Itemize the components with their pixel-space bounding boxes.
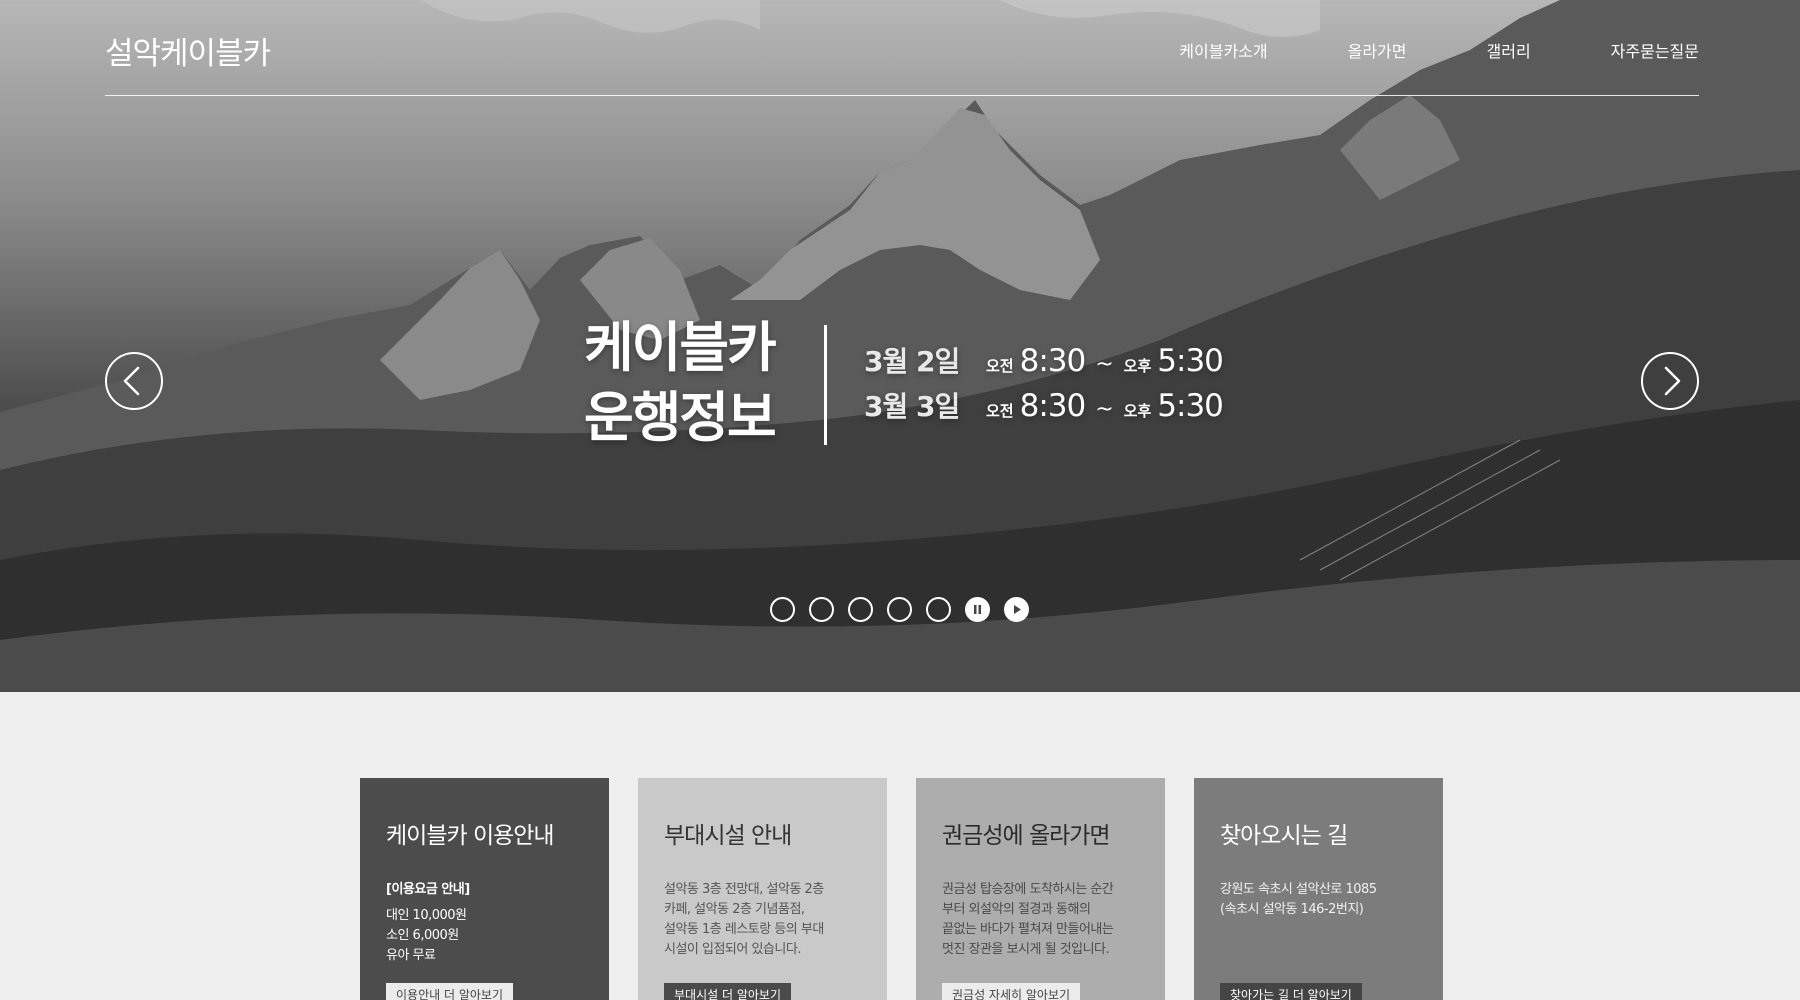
- main-nav: 케이블카소개 올라가면 갤러리 자주묻는질문: [1099, 38, 1699, 62]
- usage-more-button[interactable]: 이용안내 더 알아보기: [386, 983, 513, 1000]
- card-title: 케이블카 이용안내: [386, 823, 555, 849]
- hero-banner: 설악케이블카 케이블카소개 올라가면 갤러리 자주묻는질문 케이블카 운행정보 …: [0, 0, 1800, 692]
- card-text-line: 시설이 입점되어 있습니다.: [664, 942, 801, 957]
- site-header: 설악케이블카 케이블카소개 올라가면 갤러리 자주묻는질문: [105, 0, 1699, 96]
- address-line: (속초시 설악동 146-2번지): [1220, 902, 1364, 917]
- slide-dot-5[interactable]: [926, 597, 951, 622]
- schedule-date: 3월 2일: [864, 345, 960, 378]
- card-title: 권금성에 올라가면: [942, 823, 1111, 849]
- next-slide-button[interactable]: [1641, 352, 1699, 410]
- card-body: 설악동 3층 전망대, 설악동 2층 카페, 설악동 2층 기념품점, 설악동 …: [664, 880, 861, 960]
- card-facilities: 부대시설 안내 설악동 3층 전망대, 설악동 2층 카페, 설악동 2층 기념…: [638, 778, 887, 1000]
- card-title: 찾아오시는 길: [1220, 823, 1348, 849]
- card-body: 권금성 탑승장에 도착하시는 순간 부터 외설악의 절경과 동해의 끝없는 바다…: [942, 880, 1139, 960]
- nav-item-faq[interactable]: 자주묻는질문: [1611, 38, 1699, 62]
- schedule-date: 3월 3일: [864, 390, 960, 423]
- nav-item-gallery[interactable]: 갤러리: [1487, 38, 1531, 62]
- facilities-more-button[interactable]: 부대시설 더 알아보기: [664, 983, 791, 1000]
- chevron-right-icon: [1664, 366, 1681, 396]
- card-title: 부대시설 안내: [664, 823, 792, 849]
- card-body: [이용요금 안내] 대인 10,000원 소인 6,000원 유아 무료: [386, 880, 583, 966]
- info-cards: 케이블카 이용안내 [이용요금 안내] 대인 10,000원 소인 6,000원…: [360, 778, 1472, 1000]
- play-icon: [1014, 605, 1021, 614]
- operation-info-title: 케이블카 운행정보: [584, 313, 784, 453]
- address-line: 강원도 속초시 설악산로 1085: [1220, 882, 1377, 897]
- slide-dot-4[interactable]: [887, 597, 912, 622]
- card-gwongeumseong: 권금성에 올라가면 권금성 탑승장에 도착하시는 순간 부터 외설악의 절경과 …: [916, 778, 1165, 1000]
- play-button[interactable]: [1004, 597, 1029, 622]
- end-time: 5:30: [1157, 388, 1224, 424]
- card-usage-guide: 케이블카 이용안내 [이용요금 안내] 대인 10,000원 소인 6,000원…: [360, 778, 609, 1000]
- card-text-line: 멋진 장관을 보시게 될 것입니다.: [942, 942, 1110, 957]
- card-text-line: 부터 외설악의 절경과 동해의: [942, 902, 1091, 917]
- card-body: 강원도 속초시 설악산로 1085 (속초시 설악동 146-2번지): [1220, 880, 1417, 920]
- title-line-1: 케이블카: [584, 316, 777, 379]
- directions-more-button[interactable]: 찾아가는 길 더 알아보기: [1220, 983, 1362, 1000]
- card-directions: 찾아오시는 길 강원도 속초시 설악산로 1085 (속초시 설악동 146-2…: [1194, 778, 1443, 1000]
- chevron-left-icon: [123, 366, 140, 396]
- am-label: 오전: [986, 402, 1014, 420]
- card-text-line: 끝없는 바다가 펼쳐져 만들어내는: [942, 922, 1114, 937]
- pause-button[interactable]: [965, 597, 990, 622]
- am-label: 오전: [986, 357, 1014, 375]
- slide-dot-3[interactable]: [848, 597, 873, 622]
- schedule-row: 3월 3일 오전 8:30 ~ 오후 5:30: [864, 385, 1224, 425]
- pm-label: 오후: [1123, 357, 1152, 375]
- price-child: 소인 6,000원: [386, 928, 459, 943]
- pm-label: 오후: [1123, 402, 1152, 420]
- start-time: 8:30: [1019, 388, 1087, 424]
- card-text-line: 카페, 설악동 2층 기념품점,: [664, 902, 805, 917]
- slide-dot-1[interactable]: [770, 597, 795, 622]
- summit-more-button[interactable]: 권금성 자세히 알아보기: [942, 983, 1081, 1000]
- title-line-2: 운행정보: [584, 386, 777, 449]
- card-text-line: 권금성 탑승장에 도착하시는 순간: [942, 882, 1114, 897]
- slide-pagination: [770, 597, 1043, 622]
- site-logo[interactable]: 설악케이블카: [105, 28, 271, 73]
- end-time: 5:30: [1157, 343, 1224, 379]
- slide-dot-2[interactable]: [809, 597, 834, 622]
- nav-item-cablecar-intro[interactable]: 케이블카소개: [1179, 38, 1267, 62]
- time-separator: ~: [1095, 397, 1114, 422]
- pause-icon: [974, 605, 981, 614]
- card-text-line: 설악동 1층 레스토랑 등의 부대: [664, 922, 824, 937]
- title-divider: [824, 325, 827, 445]
- card-text-line: 설악동 3층 전망대, 설악동 2층: [664, 882, 824, 897]
- nav-item-going-up[interactable]: 올라가면: [1348, 38, 1407, 62]
- prev-slide-button[interactable]: [105, 352, 163, 410]
- schedule-row: 3월 2일 오전 8:30 ~ 오후 5:30: [864, 340, 1224, 380]
- price-infant: 유아 무료: [386, 948, 436, 963]
- price-heading: [이용요금 안내]: [386, 882, 470, 897]
- time-separator: ~: [1095, 352, 1114, 377]
- start-time: 8:30: [1019, 343, 1087, 379]
- price-adult: 대인 10,000원: [386, 908, 467, 923]
